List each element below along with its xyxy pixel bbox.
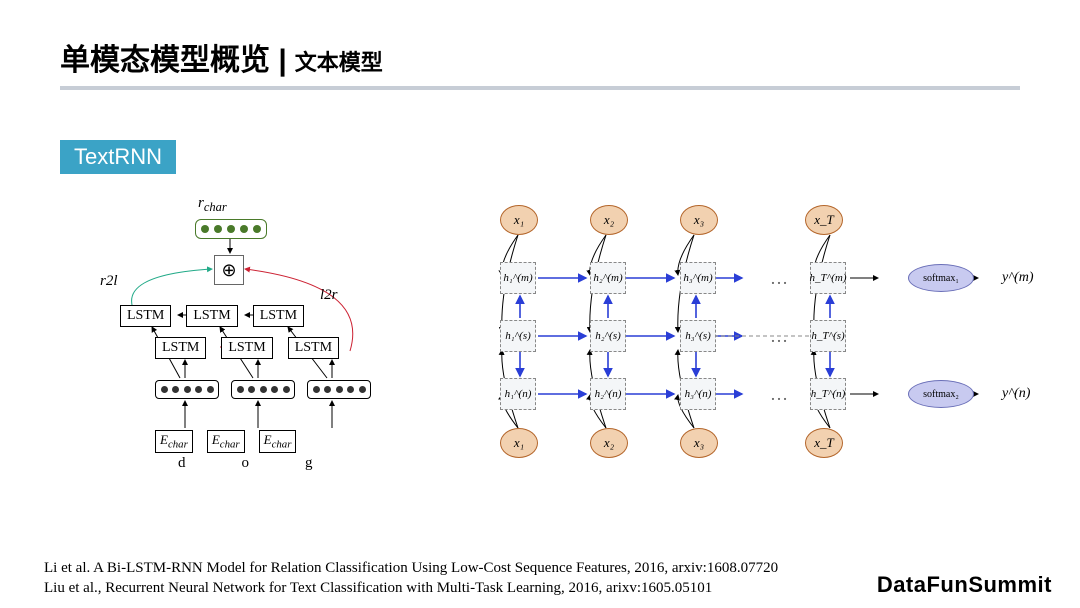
lstm-row-forward: LSTM LSTM LSTM	[155, 337, 339, 359]
ellipsis: …	[770, 268, 790, 289]
r-char-vector	[195, 219, 267, 239]
e-char-box: Echar	[155, 430, 193, 453]
diagram-multitask-rnn: x₁ x₂ x₃ x_T h₁^(m) h₂^(m) h₃^(m) … h_T^…	[490, 200, 1050, 480]
edge-l2r: l2r	[320, 287, 338, 304]
ellipsis: …	[770, 384, 790, 405]
output-y-n: y^(n)	[1002, 386, 1030, 402]
h-cell: h₁^(n)	[500, 378, 536, 410]
citations: Li et al. A Bi-LSTM-RNN Model for Relati…	[44, 558, 778, 599]
h-cell: h_T^(s)	[810, 320, 846, 352]
input-row-top: x₁ x₂ x₃ x_T	[500, 205, 843, 235]
title-divider	[60, 86, 1020, 90]
x-node: x₂	[590, 205, 628, 235]
lstm-cell: LSTM	[221, 337, 272, 359]
model-badge: TextRNN	[60, 140, 176, 174]
x-node: x_T	[805, 205, 843, 235]
lstm-cell: LSTM	[186, 305, 237, 327]
h-cell: h₂^(n)	[590, 378, 626, 410]
output-y-m: y^(m)	[1002, 270, 1034, 286]
e-char-box: Echar	[207, 430, 245, 453]
softmax-node: softmax₂	[908, 380, 974, 408]
citation-2: Liu et al., Recurrent Neural Network for…	[44, 578, 778, 598]
slide-title-sub: 文本模型	[295, 45, 383, 77]
h-cell: h₂^(m)	[590, 262, 626, 294]
x-node: x₂	[590, 428, 628, 458]
slide-title-main: 单模态模型概览 |	[60, 35, 287, 79]
x-node: x₃	[680, 428, 718, 458]
char-d: d	[178, 455, 186, 472]
h-cell: h₁^(s)	[500, 320, 536, 352]
e-char-box: Echar	[259, 430, 297, 453]
hidden-row-m: h₁^(m) h₂^(m) h₃^(m) … h_T^(m) softmax₁ …	[500, 262, 1034, 294]
r-char-label: rchar	[198, 195, 227, 215]
char-o: o	[242, 455, 250, 472]
h-cell: h_T^(n)	[810, 378, 846, 410]
h-cell: h₃^(s)	[680, 320, 716, 352]
ellipsis: …	[770, 326, 790, 347]
citation-1: Li et al. A Bi-LSTM-RNN Model for Relati…	[44, 558, 778, 578]
char-g: g	[305, 455, 313, 472]
e-char-row: Echar Echar Echar	[155, 430, 296, 453]
h-cell: h₃^(m)	[680, 262, 716, 294]
hidden-row-n: h₁^(n) h₂^(n) h₃^(n) … h_T^(n) softmax₂ …	[500, 378, 1030, 410]
edge-r2l: r2l	[100, 273, 118, 290]
x-node: x₃	[680, 205, 718, 235]
input-row-bottom: x₁ x₂ x₃ x_T	[500, 428, 843, 458]
lstm-cell: LSTM	[288, 337, 339, 359]
x-node: x₁	[500, 428, 538, 458]
brand-watermark: DataFunSummit	[877, 572, 1052, 598]
embedding-row	[155, 380, 371, 399]
diagram-bilstm-char: rchar ⊕ r2l l2r LSTM LSTM LSTM LSTM LSTM…	[60, 195, 390, 495]
x-node: x₁	[500, 205, 538, 235]
h-cell: h_T^(m)	[810, 262, 846, 294]
x-node: x_T	[805, 428, 843, 458]
hidden-row-shared: h₁^(s) h₂^(s) h₃^(s) … h_T^(s)	[500, 320, 900, 352]
input-chars: d o g	[178, 455, 313, 472]
softmax-node: softmax₁	[908, 264, 974, 292]
lstm-cell: LSTM	[253, 305, 304, 327]
combine-op: ⊕	[214, 255, 244, 285]
lstm-cell: LSTM	[120, 305, 171, 327]
h-cell: h₃^(n)	[680, 378, 716, 410]
lstm-cell: LSTM	[155, 337, 206, 359]
h-cell: h₁^(m)	[500, 262, 536, 294]
lstm-row-backward: LSTM LSTM LSTM	[120, 305, 304, 327]
h-cell: h₂^(s)	[590, 320, 626, 352]
